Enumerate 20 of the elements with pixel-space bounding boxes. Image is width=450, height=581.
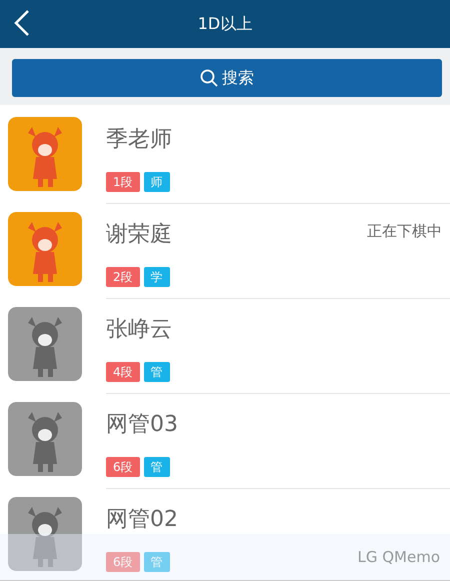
rank-tag: 4段 [106,362,140,382]
rank-tag: 1段 [106,172,140,192]
player-name: 张峥云 [106,316,172,344]
player-name: 网管02 [106,506,178,534]
player-status: 正在下棋中 [367,221,442,242]
search-button[interactable]: 搜索 [12,59,442,97]
page-title: 1D以上 [198,13,252,35]
rank-tag: 2段 [106,267,140,287]
rank-tag: 6段 [106,457,140,477]
role-tag: 学 [144,267,170,287]
player-name: 网管03 [106,411,178,439]
player-name: 谢荣庭 [106,221,172,249]
role-tag: 管 [144,552,170,572]
role-tag: 师 [144,172,170,192]
back-icon[interactable] [14,10,30,36]
search-icon [200,69,218,87]
player-name: 季老师 [106,126,172,154]
role-tag: 管 [144,457,170,477]
rank-tag: 6段 [106,552,140,572]
role-tag: 管 [144,362,170,382]
